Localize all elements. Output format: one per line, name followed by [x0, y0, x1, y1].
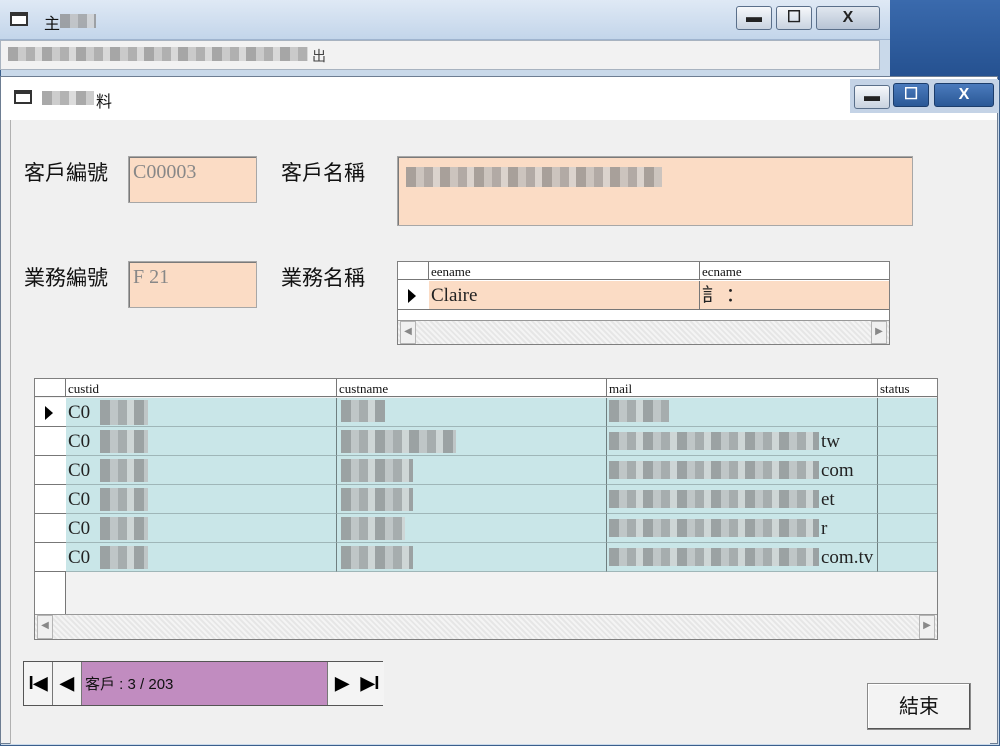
table-row[interactable]: C0 com — [35, 456, 937, 485]
navigator-caption: 客戶 : 3 / 203 — [82, 662, 327, 705]
scroll-right-arrow-icon[interactable]: ▶ — [871, 321, 887, 344]
sales-name-label: 業務名稱 — [281, 266, 365, 290]
customer-grid-col-custname[interactable]: custname — [337, 379, 607, 397]
sales-grid-corner — [398, 262, 429, 280]
row-selector[interactable] — [35, 427, 66, 456]
cell-status[interactable] — [878, 485, 937, 514]
sales-grid-cell-eename[interactable]: Claire — [429, 281, 700, 310]
sales-grid-col-ecname[interactable]: ecname — [700, 262, 889, 280]
row-selector[interactable] — [35, 456, 66, 485]
customer-grid-hscrollbar[interactable]: ◀ ▶ — [35, 614, 937, 639]
sales-id-label: 業務編號 — [24, 266, 108, 290]
first-record-button[interactable]: I◀ — [24, 662, 53, 705]
redacted-custname — [341, 400, 385, 422]
prev-record-button[interactable]: ◀ — [53, 662, 82, 705]
redacted-menu-items[interactable] — [8, 47, 308, 61]
table-row[interactable]: C0 — [35, 398, 937, 427]
cell-status[interactable] — [878, 427, 937, 456]
redacted-custname — [341, 459, 413, 482]
row-selector[interactable] — [35, 398, 66, 427]
sales-grid-cell-ecname[interactable]: 訁 ： — [700, 281, 889, 310]
redacted-custid — [100, 546, 148, 569]
customer-name-label: 客戶名稱 — [281, 161, 365, 185]
sales-id-field[interactable]: F 21 — [128, 261, 257, 308]
main-close-button[interactable]: X — [816, 6, 880, 30]
child-maximize-button[interactable]: ☐ — [893, 83, 929, 107]
main-window-title: 主 — [44, 16, 61, 33]
cell-status[interactable] — [878, 456, 937, 485]
redacted-custname — [341, 546, 413, 569]
redacted-custname — [341, 517, 405, 540]
customer-grid-col-mail[interactable]: mail — [607, 379, 878, 397]
redacted-mail — [609, 519, 819, 537]
customer-grid-corner — [35, 379, 66, 397]
child-minimize-button[interactable]: ▬ — [854, 85, 890, 109]
redacted-child-title — [42, 91, 94, 105]
child-window-title: 料 — [96, 94, 113, 111]
cell-status[interactable] — [878, 543, 937, 572]
table-row[interactable]: C0 r — [35, 514, 937, 543]
scroll-left-arrow-icon[interactable]: ◀ — [37, 615, 53, 639]
redacted-custname — [341, 488, 413, 511]
redacted-title — [60, 14, 96, 28]
redacted-mail — [609, 490, 819, 508]
scroll-left-arrow-icon[interactable]: ◀ — [400, 321, 416, 344]
customer-grid-col-status[interactable]: status — [878, 379, 937, 397]
customer-grid-rows: C0 C0 tw C0 com C0 et C0 r C0 com.tv — [35, 398, 937, 572]
main-maximize-button[interactable]: ☐ — [776, 6, 812, 30]
customer-grid[interactable]: custid custname mail status C0 C0 tw C0 … — [34, 378, 938, 640]
customer-grid-col-custid[interactable]: custid — [66, 379, 337, 397]
window-icon — [10, 12, 28, 26]
child-window-icon — [14, 90, 32, 104]
redacted-mail — [609, 432, 819, 450]
redacted-custid — [100, 488, 148, 511]
customer-grid-header: custid custname mail status — [35, 379, 937, 397]
redacted-custname — [341, 430, 456, 453]
customer-id-label: 客戶編號 — [24, 161, 108, 185]
redacted-customer-name — [406, 167, 662, 187]
cell-status[interactable] — [878, 398, 937, 427]
sales-grid-header: eename ecname — [398, 262, 889, 280]
child-close-button[interactable]: X — [934, 83, 994, 107]
main-minimize-button[interactable]: ▬ — [736, 6, 772, 30]
row-selector[interactable] — [35, 543, 66, 572]
current-row-arrow-icon — [408, 289, 416, 303]
cell-status[interactable] — [878, 514, 937, 543]
table-row[interactable]: C0 com.tv — [35, 543, 937, 572]
scroll-right-arrow-icon[interactable]: ▶ — [919, 615, 935, 639]
row-selector[interactable] — [35, 514, 66, 543]
row-selector[interactable] — [35, 485, 66, 514]
last-record-button[interactable]: ▶I — [356, 662, 384, 705]
end-button[interactable]: 結束 — [867, 683, 971, 730]
next-record-button[interactable]: ▶ — [327, 662, 357, 705]
table-row[interactable]: C0 tw — [35, 427, 937, 456]
redacted-custid — [100, 430, 148, 453]
sales-grid-row[interactable]: Claire 訁 ： — [398, 281, 889, 310]
sales-grid[interactable]: eename ecname Claire 訁 ： ◀ ▶ — [397, 261, 890, 345]
sales-grid-col-eename[interactable]: eename — [429, 262, 700, 280]
redacted-custid — [100, 517, 148, 540]
row-selector[interactable] — [398, 281, 429, 310]
redacted-mail — [609, 548, 819, 566]
child-titlebar — [1, 77, 997, 120]
menu-item-exit[interactable]: 出 — [312, 46, 326, 66]
current-row-arrow-icon — [45, 406, 53, 420]
sales-grid-hscrollbar[interactable]: ◀ ▶ — [398, 320, 889, 344]
row-selector-column — [35, 572, 66, 614]
customer-name-field[interactable] — [397, 156, 913, 226]
table-row[interactable]: C0 et — [35, 485, 937, 514]
redacted-mail — [609, 400, 669, 422]
desktop-background — [890, 0, 1000, 80]
redacted-custid — [100, 400, 148, 425]
customer-id-field[interactable]: C00003 — [128, 156, 257, 203]
redacted-custid — [100, 459, 148, 482]
redacted-mail — [609, 461, 819, 479]
